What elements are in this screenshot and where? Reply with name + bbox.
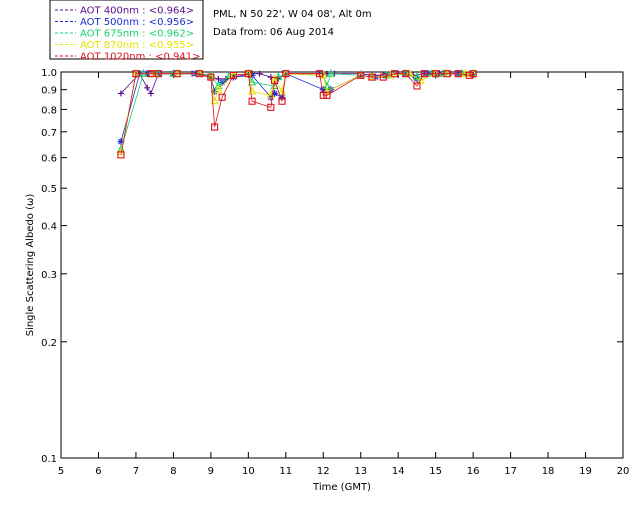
- x-tick-label: 16: [467, 466, 480, 477]
- y-tick-label: 0.3: [41, 270, 57, 281]
- y-tick-label: 1.0: [41, 68, 57, 79]
- legend-label: AOT 400nm : <0.964>: [80, 6, 194, 17]
- y-tick-label: 0.6: [41, 154, 57, 165]
- y-tick-label: 0.7: [41, 128, 57, 139]
- chart: PML, N 50 22', W 04 08', Alt 0m Data fro…: [25, 0, 630, 493]
- x-tick-label: 15: [429, 466, 442, 477]
- x-tick-label: 5: [58, 466, 64, 477]
- y-tick-label: 0.1: [41, 454, 57, 465]
- x-tick-label: 10: [242, 466, 255, 477]
- x-tick-label: 17: [504, 466, 517, 477]
- x-tick-label: 14: [392, 466, 405, 477]
- x-tick-label: 8: [170, 466, 176, 477]
- x-tick-label: 9: [208, 466, 214, 477]
- date-info: Data from: 06 Aug 2014: [213, 27, 334, 38]
- site-info: PML, N 50 22', W 04 08', Alt 0m: [213, 9, 372, 20]
- plot-area: [60, 71, 624, 459]
- x-tick-label: 7: [133, 466, 139, 477]
- legend-label: AOT 675nm : <0.962>: [80, 29, 194, 40]
- y-axis: 0.1 0.2 0.3 0.4 0.5 0.6 0.7 0.8 0.9 1.0: [41, 68, 623, 465]
- x-axis: 5 6 7 8 9 10 11 12 13 14 15 16 17 18 19 20: [58, 72, 630, 477]
- y-tick-label: 0.8: [41, 105, 57, 116]
- x-axis-label: Time (GMT): [312, 482, 371, 493]
- x-tick-label: 13: [354, 466, 367, 477]
- legend-label: AOT 1020nm : <0.941>: [80, 52, 200, 63]
- x-tick-label: 6: [95, 466, 101, 477]
- legend-label: AOT 870nm : <0.955>: [80, 40, 194, 51]
- data-point: [147, 90, 154, 97]
- x-tick-label: 20: [617, 466, 630, 477]
- data-marks: [116, 69, 478, 159]
- y-tick-label: 0.5: [41, 184, 57, 195]
- x-tick-label: 12: [317, 466, 330, 477]
- x-tick-label: 11: [279, 466, 292, 477]
- y-axis-label: Single Scattering Albedo (ω): [25, 194, 36, 337]
- y-tick-label: 0.4: [41, 222, 57, 233]
- x-tick-label: 18: [542, 466, 555, 477]
- x-tick-label: 19: [579, 466, 592, 477]
- y-tick-label: 0.2: [41, 338, 57, 349]
- y-tick-label: 0.9: [41, 86, 57, 97]
- legend-label: AOT 500nm : <0.956>: [80, 17, 194, 28]
- data-point: [144, 84, 151, 91]
